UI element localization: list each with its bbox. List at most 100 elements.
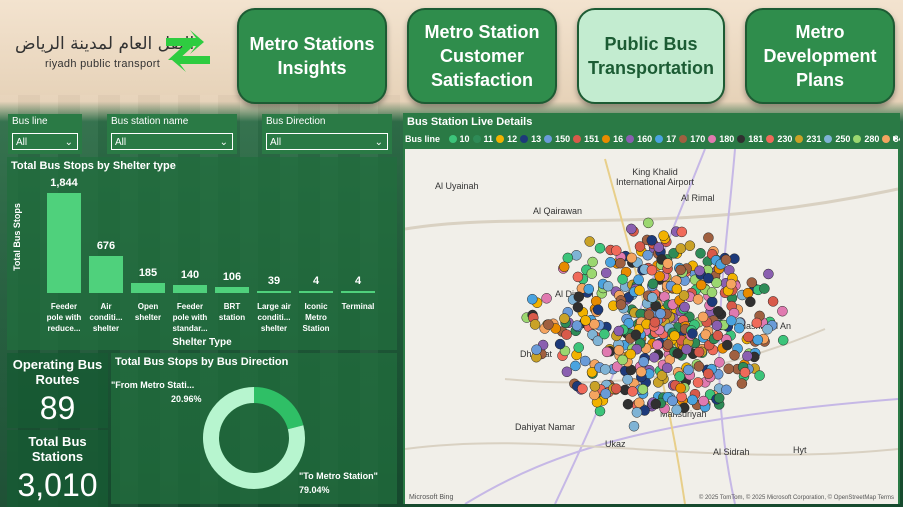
bus-stop-marker[interactable] <box>638 356 649 367</box>
nav-metro-development-plans[interactable]: Metro Development Plans <box>745 8 895 104</box>
bus-stop-marker[interactable] <box>729 350 740 361</box>
bus-stop-marker[interactable] <box>617 274 628 285</box>
bus-stop-marker[interactable] <box>630 329 642 341</box>
bus-stop-marker[interactable] <box>676 226 688 238</box>
bus-stop-marker[interactable] <box>697 311 709 323</box>
bus-stop-marker[interactable] <box>676 391 687 403</box>
bus-stop-marker[interactable] <box>674 371 685 382</box>
bus-stop-marker[interactable] <box>693 346 705 358</box>
bus-stop-marker[interactable] <box>586 268 598 279</box>
bus-stop-marker[interactable] <box>633 274 644 285</box>
bus-stop-marker[interactable] <box>706 296 718 307</box>
legend-item[interactable]: 12 <box>496 134 517 144</box>
bus-stop-marker[interactable] <box>652 339 663 351</box>
bus-stop-marker[interactable] <box>675 264 686 276</box>
bus-stop-marker[interactable] <box>694 265 705 276</box>
bus-stop-marker[interactable] <box>649 316 661 328</box>
bus-stop-marker[interactable] <box>601 346 613 358</box>
bus-stop-marker[interactable] <box>672 348 683 359</box>
bus-stop-marker[interactable] <box>634 285 645 296</box>
bus-stop-marker[interactable] <box>703 368 714 379</box>
bus-stop-marker[interactable] <box>600 267 612 279</box>
bus-stop-marker[interactable] <box>653 242 665 253</box>
bus-stop-marker[interactable] <box>687 394 698 406</box>
bus-stop-marker[interactable] <box>594 405 606 417</box>
bus-stop-marker[interactable] <box>622 374 633 385</box>
bus-stop-marker[interactable] <box>589 381 601 392</box>
bus-stop-marker[interactable] <box>687 328 698 339</box>
bus-stop-marker[interactable] <box>723 363 734 375</box>
bus-stop-marker[interactable] <box>628 420 640 432</box>
bus-stop-marker[interactable] <box>584 236 595 247</box>
bus-stop-marker[interactable] <box>759 283 770 294</box>
bus-stop-marker[interactable] <box>746 277 758 288</box>
bus-stop-marker[interactable] <box>726 315 737 326</box>
bus-stop-marker[interactable] <box>561 329 572 340</box>
bus-stop-marker[interactable] <box>610 383 622 394</box>
bus-stop-marker[interactable] <box>570 360 581 372</box>
bus-stop-marker[interactable] <box>683 364 694 376</box>
bus-stop-marker[interactable] <box>711 320 723 331</box>
legend-next-icon[interactable]: ▸ <box>893 133 898 144</box>
bus-line-dropdown[interactable]: All ⌄ <box>12 133 78 150</box>
bus-stop-marker[interactable] <box>587 256 598 268</box>
bus-stop-marker[interactable] <box>658 230 669 241</box>
map-canvas[interactable]: Al Uyainah King Khalid International Airp… <box>405 149 898 504</box>
bus-stop-marker[interactable] <box>713 306 724 317</box>
bus-stop-marker[interactable] <box>600 364 611 375</box>
bus-stop-marker[interactable] <box>742 350 753 362</box>
bus-stop-marker[interactable] <box>721 384 732 396</box>
bus-stop-marker[interactable] <box>541 293 552 304</box>
bus-stop-marker[interactable] <box>562 252 574 264</box>
legend-item[interactable]: 230 <box>766 134 792 144</box>
bus-stop-marker[interactable] <box>777 334 789 346</box>
bus-stop-marker[interactable] <box>627 386 638 397</box>
bus-stop-marker[interactable] <box>684 240 696 251</box>
bus-stop-marker[interactable] <box>572 301 584 313</box>
bus-stop-marker[interactable] <box>626 223 637 235</box>
bus-stop-marker[interactable] <box>703 232 714 243</box>
bus-stop-marker[interactable] <box>767 296 779 307</box>
bus-stop-marker[interactable] <box>527 293 538 305</box>
bus-stop-marker[interactable] <box>531 344 542 355</box>
bus-stop-marker[interactable] <box>637 384 649 395</box>
bus-stop-marker[interactable] <box>643 217 654 229</box>
bus-stop-marker[interactable] <box>573 291 585 303</box>
bus-stop-marker[interactable] <box>695 279 707 291</box>
bus-stop-marker[interactable] <box>679 301 690 313</box>
bus-stop-marker[interactable] <box>754 370 765 381</box>
bus-stop-marker[interactable] <box>671 404 682 416</box>
legend-item[interactable]: 150 <box>544 134 570 144</box>
bus-stop-marker[interactable] <box>739 367 751 378</box>
legend-item[interactable]: 17 <box>655 134 676 144</box>
bus-stop-marker[interactable] <box>626 252 637 264</box>
bus-stop-marker[interactable] <box>642 249 653 261</box>
bus-stop-marker[interactable] <box>662 362 673 374</box>
legend-item[interactable]: 180 <box>708 134 734 144</box>
bus-stop-marker[interactable] <box>725 278 737 290</box>
bus-stop-marker[interactable] <box>752 334 764 346</box>
bus-stop-marker[interactable] <box>613 344 625 356</box>
bus-stop-marker[interactable] <box>751 317 763 329</box>
bus-stop-marker[interactable] <box>650 398 662 410</box>
bus-stop-marker[interactable] <box>647 292 658 303</box>
bus-stop-marker[interactable] <box>714 357 725 368</box>
bus-stop-marker[interactable] <box>613 325 625 337</box>
legend-item[interactable]: 160 <box>626 134 652 144</box>
bus-stop-marker[interactable] <box>692 377 704 388</box>
bus-stop-marker[interactable] <box>698 395 709 407</box>
bus-stop-marker[interactable] <box>777 305 788 317</box>
bus-stop-marker[interactable] <box>675 243 687 254</box>
bus-stop-marker[interactable] <box>646 264 658 276</box>
bus-stop-marker[interactable] <box>695 248 706 259</box>
bus-stop-marker[interactable] <box>543 319 554 330</box>
bus-stop-marker[interactable] <box>675 382 686 394</box>
bus-direction-dropdown[interactable]: All ⌄ <box>266 133 388 150</box>
bus-stop-marker[interactable] <box>669 330 680 342</box>
bus-stop-marker[interactable] <box>734 322 745 334</box>
legend-item[interactable]: 16 <box>602 134 623 144</box>
bus-stop-marker[interactable] <box>681 344 692 355</box>
bus-stop-marker[interactable] <box>561 366 573 378</box>
legend-item[interactable]: 181 <box>737 134 763 144</box>
bus-stop-marker[interactable] <box>554 338 566 350</box>
